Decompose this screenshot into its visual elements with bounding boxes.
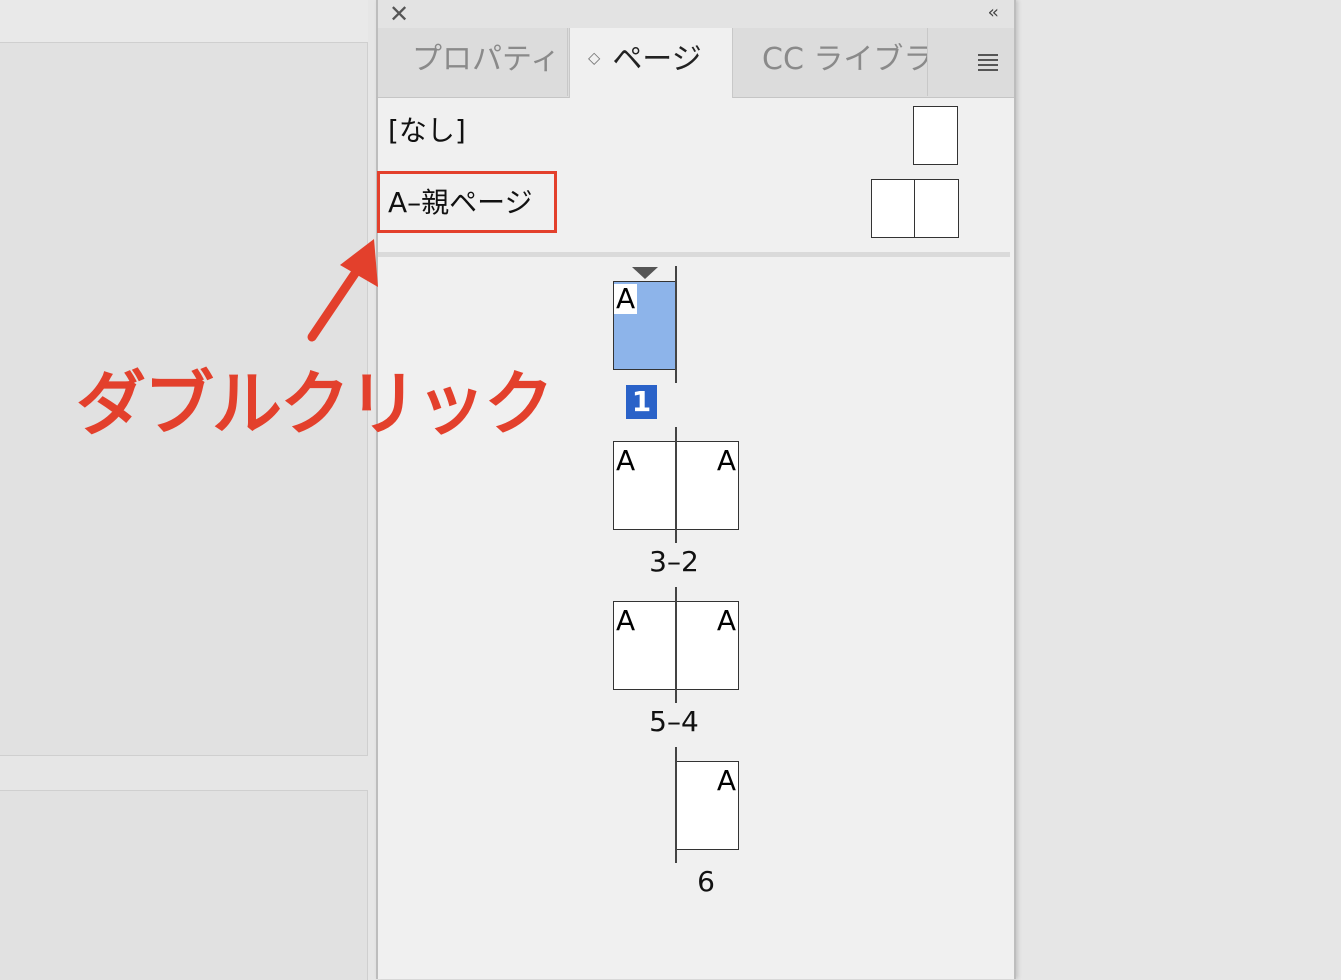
spine-line: [675, 427, 677, 543]
tab-label: ページ: [612, 42, 702, 77]
tab-label: プロパティ: [412, 42, 561, 77]
panel-tabbar: プロパティ ◇ ページ CC ライブラ: [378, 28, 1014, 98]
close-icon[interactable]: ✕: [386, 1, 412, 27]
tab-cc-libraries[interactable]: CC ライブラ: [734, 28, 928, 96]
panel-titlebar: ✕ ‹‹: [378, 0, 1014, 29]
document-canvas-area-lower[interactable]: [0, 790, 368, 980]
page-letter: A: [614, 282, 638, 315]
tab-pages[interactable]: ◇ ページ: [569, 28, 733, 98]
panel-divider[interactable]: [378, 252, 1010, 257]
spine-line: [675, 587, 677, 703]
page-1-thumbnail[interactable]: A: [613, 281, 676, 370]
page-letter: A: [716, 604, 736, 637]
page-number-selected[interactable]: 1: [626, 385, 657, 419]
annotation-arrow-icon: [307, 239, 378, 342]
spread-number[interactable]: 5–4: [634, 705, 714, 738]
page-3-thumbnail[interactable]: A: [613, 441, 676, 530]
up-down-icon: ◇: [588, 47, 601, 67]
page-4-thumbnail[interactable]: A: [676, 601, 739, 690]
annotation-highlight-box: [377, 171, 557, 233]
pages-panel: ✕ ‹‹ プロパティ ◇ ページ CC ライブラ [なし] A–親ページ A 1 …: [376, 0, 1016, 979]
panel-menu-icon[interactable]: [978, 54, 998, 74]
page-5-thumbnail[interactable]: A: [613, 601, 676, 690]
spread-number[interactable]: 3–2: [634, 545, 714, 578]
spine-line: [675, 747, 677, 863]
current-page-indicator-icon: [632, 267, 658, 279]
collapse-icon[interactable]: ‹‹: [988, 2, 1000, 24]
page-2-thumbnail[interactable]: A: [676, 441, 739, 530]
page-letter: A: [616, 444, 636, 477]
annotation-double-click-text: ダブルクリック: [76, 363, 554, 445]
parent-label: [なし]: [388, 114, 466, 147]
parent-none-thumbnail[interactable]: [913, 106, 958, 165]
workspace-top-strip: [0, 0, 368, 43]
spine-line: [675, 266, 677, 383]
page-letter: A: [616, 604, 636, 637]
tab-label: CC ライブラ: [762, 42, 928, 77]
parent-a-thumbnail[interactable]: [871, 179, 959, 238]
page-letter: A: [716, 764, 736, 797]
page-number[interactable]: 6: [666, 865, 746, 898]
page-letter: A: [716, 444, 736, 477]
tab-properties[interactable]: プロパティ: [378, 28, 568, 96]
page-6-thumbnail[interactable]: A: [676, 761, 739, 850]
